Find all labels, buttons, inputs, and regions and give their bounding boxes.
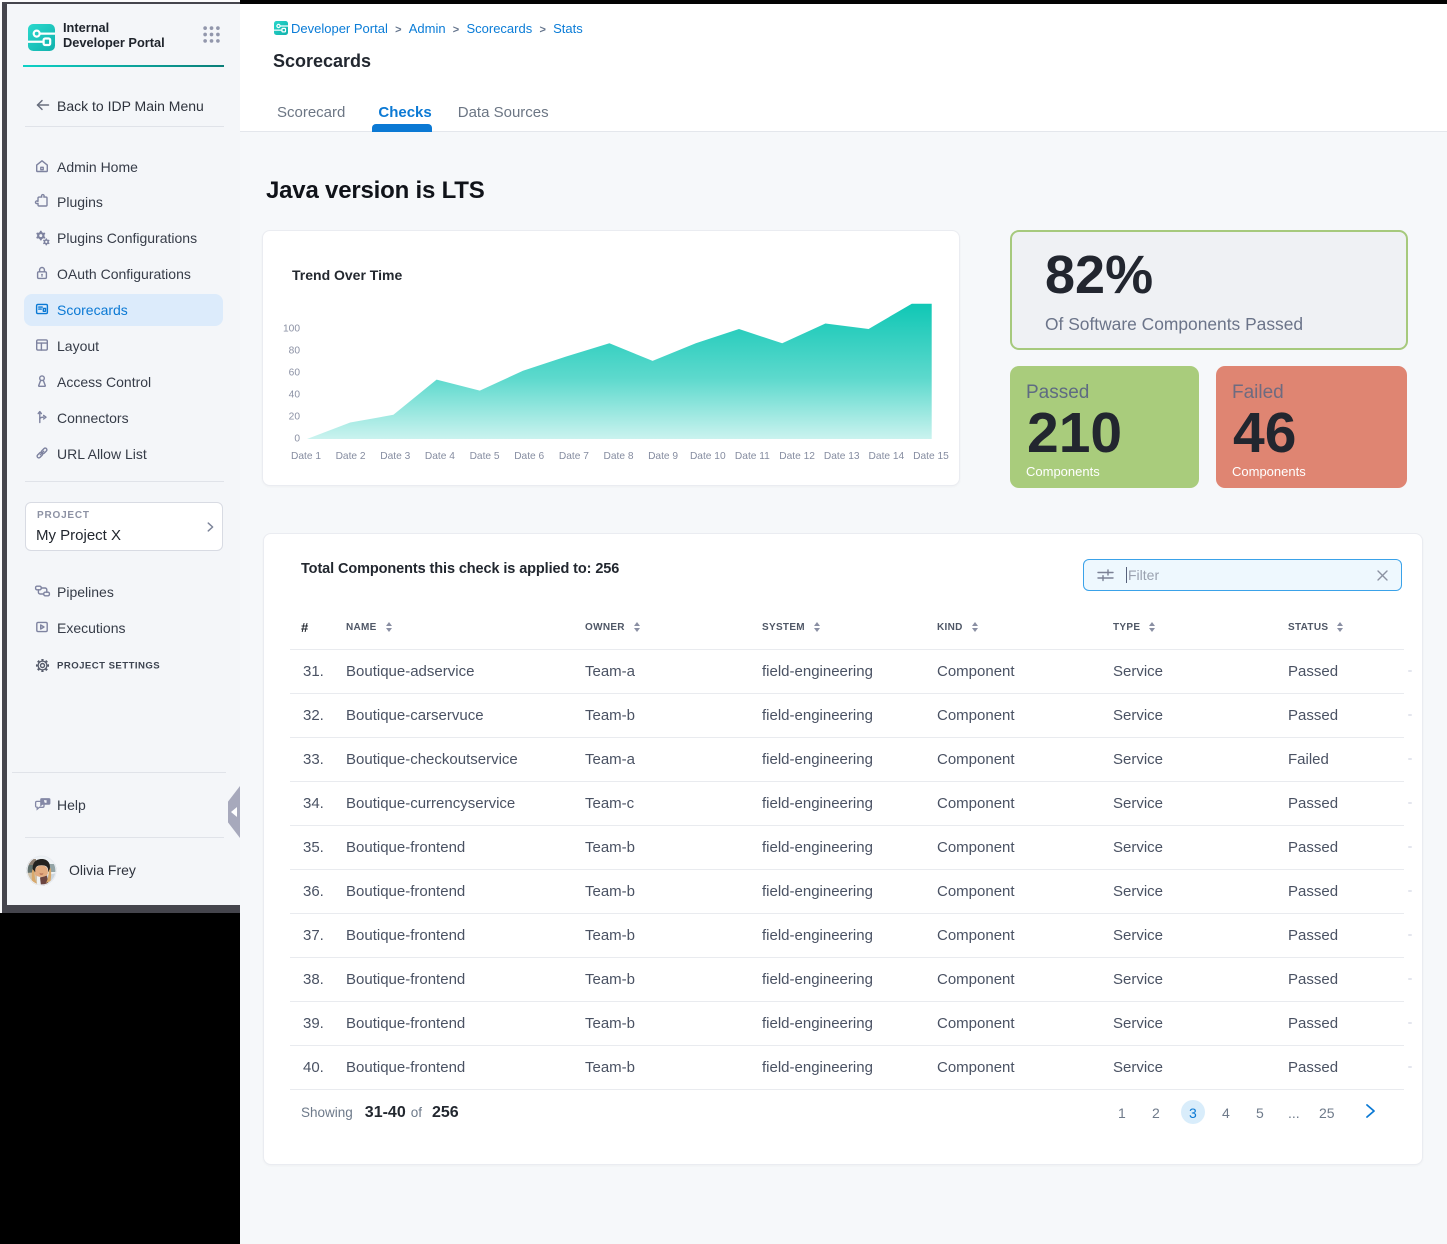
svg-text:Date 4: Date 4 [425,451,455,462]
svg-text:Date 10: Date 10 [690,451,726,462]
svg-text:Date 13: Date 13 [824,451,860,462]
svg-text:60: 60 [289,368,301,379]
svg-text:100: 100 [283,324,300,335]
svg-text:20: 20 [289,412,301,423]
svg-text:Date 9: Date 9 [648,451,678,462]
svg-text:Date 2: Date 2 [336,451,366,462]
svg-text:Date 15: Date 15 [913,451,949,462]
svg-text:40: 40 [289,390,301,401]
svg-text:Date 1: Date 1 [291,451,321,462]
svg-text:Date 5: Date 5 [470,451,500,462]
svg-text:Date 12: Date 12 [779,451,815,462]
svg-text:Date 3: Date 3 [380,451,410,462]
svg-text:0: 0 [294,434,300,445]
svg-text:Date 14: Date 14 [869,451,905,462]
svg-text:Date 8: Date 8 [603,451,633,462]
svg-text:Date 7: Date 7 [559,451,589,462]
svg-text:Date 6: Date 6 [514,451,544,462]
svg-text:80: 80 [289,346,301,357]
svg-text:Date 11: Date 11 [735,451,770,462]
